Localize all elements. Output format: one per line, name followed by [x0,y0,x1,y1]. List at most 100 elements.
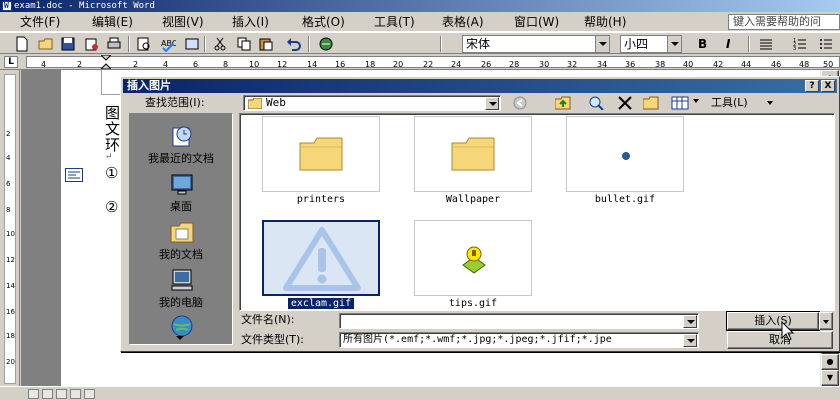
file-list[interactable]: printers Wallpaper bullet.gif exclam.gif… [239,113,835,311]
close-button[interactable]: X [821,80,835,92]
file-item-selected[interactable]: exclam.gif [262,220,380,316]
file-item[interactable]: bullet.gif [566,116,684,212]
font-size-combo[interactable]: 小四 [620,35,682,53]
up-one-level-icon[interactable] [555,96,571,110]
file-name: bullet.gif [594,194,656,205]
menu-help[interactable]: 帮助(H) [582,14,628,30]
print-preview-icon[interactable] [136,36,152,52]
italic-button[interactable]: I [726,36,730,52]
insert-picture-dialog: 插入图片 ? X 查找范围(I): Web 工具(L) 我最近的文档 桌面 我的… [120,76,840,352]
print-icon[interactable] [106,36,122,52]
back-icon[interactable] [513,96,529,110]
normal-view-icon[interactable] [28,389,39,399]
indent-marker-icon[interactable] [101,55,111,69]
place-network[interactable] [130,310,232,358]
file-type-value: 所有图片(*.emf;*.wmf;*.jpg;*.jpeg;*.jfif;*.j… [343,334,612,345]
ruler-tick: 50 [823,60,834,69]
delete-icon[interactable] [617,96,633,110]
menu-insert[interactable]: 插入(I) [230,14,271,30]
vertical-ruler[interactable]: 2 4 6 8 10 12 14 16 18 20 [0,70,20,386]
print-layout-view-icon[interactable] [56,389,67,399]
places-bar: 我最近的文档 桌面 我的文档 我的电脑 [129,113,233,345]
ruler-tick: 14 [307,60,318,69]
folder-icon [451,137,495,171]
svg-text:3: 3 [793,46,796,52]
web-layout-view-icon[interactable] [42,389,53,399]
views-icon[interactable] [671,96,689,110]
undo-icon[interactable] [286,36,302,52]
align-justify-icon[interactable] [758,36,774,52]
help-search-input[interactable]: 键入需要帮助的问 [728,14,840,30]
place-my-documents[interactable]: 我的文档 [130,216,232,264]
permission-icon[interactable] [84,36,100,52]
insert-hyperlink-icon[interactable] [318,36,334,52]
new-document-icon[interactable] [14,36,30,52]
menu-table[interactable]: 表格(A) [440,14,486,30]
ruler-tick: 10 [249,60,260,69]
menu-view[interactable]: 视图(V) [160,14,206,30]
ruler-tick: 2 [77,60,83,69]
place-recent-documents[interactable]: 我最近的文档 [130,120,232,168]
save-icon[interactable] [60,36,76,52]
inline-object-icon[interactable] [65,168,83,182]
chevron-down-icon[interactable] [667,36,681,52]
next-page-button[interactable]: ▼ [821,370,839,386]
numbered-list-icon[interactable]: 123 [792,36,808,52]
chevron-down-icon[interactable] [595,36,609,52]
standard-toolbar: ABC 宋体 小四 B I 123 [0,32,840,54]
new-folder-icon[interactable] [643,96,659,110]
select-browse-object-button[interactable]: ● [821,354,839,370]
file-item[interactable]: Wallpaper [414,116,532,212]
bold-button[interactable]: B [698,36,707,52]
insert-options-button[interactable] [819,312,833,330]
place-desktop[interactable]: 桌面 [130,168,232,216]
chevron-down-icon[interactable] [683,315,697,328]
menu-edit[interactable]: 编辑(E) [90,14,135,30]
tools-menu[interactable]: 工具(L) [711,96,748,110]
file-item[interactable]: tips.gif [414,220,532,316]
menu-tools[interactable]: 工具(T) [372,14,417,30]
search-web-icon[interactable] [589,96,605,110]
cancel-button[interactable]: 取消 [727,331,833,349]
look-in-dropdown[interactable]: Web [243,95,501,111]
file-name: printers [296,194,346,205]
vruler-tick: 6 [6,180,11,188]
research-icon[interactable] [184,36,200,52]
spelling-check-icon[interactable]: ABC [160,36,176,52]
ruler-track[interactable]: 4 2 2 4 6 8 10 12 14 16 18 20 22 24 26 2… [26,55,840,69]
views-dropdown-arrow[interactable] [693,99,699,103]
paste-icon[interactable] [258,36,274,52]
ruler-tick: 6 [193,60,199,69]
vruler-tick: 14 [6,282,15,290]
copy-icon[interactable] [236,36,252,52]
menu-format[interactable]: 格式(O) [300,14,347,30]
toolbar-separator [204,36,206,52]
dialog-title-bar[interactable]: 插入图片 ? X [123,79,837,93]
chevron-down-icon[interactable] [683,334,697,347]
cut-icon[interactable] [212,36,228,52]
place-my-computer[interactable]: 我的电脑 [130,264,232,312]
menu-file[interactable]: 文件(F) [18,14,62,30]
insert-button[interactable]: 插入(S) [726,311,820,331]
ruler-tick: 38 [655,60,666,69]
places-scroll-down[interactable] [176,336,184,340]
margin-marker [101,94,121,95]
outline-view-icon[interactable] [84,389,95,399]
file-item[interactable]: printers [262,116,380,212]
place-label: 我的文档 [159,248,203,261]
file-thumbnail [262,220,380,296]
open-folder-icon[interactable] [38,36,54,52]
svg-text:ABC: ABC [161,39,176,48]
tab-stop-selector[interactable]: L [4,56,18,68]
reading-layout-view-icon[interactable] [70,389,81,399]
menu-window[interactable]: 窗口(W) [512,14,561,30]
file-type-dropdown[interactable]: 所有图片(*.emf;*.wmf;*.jpg;*.jpeg;*.jfif;*.j… [339,332,699,348]
horizontal-ruler[interactable]: L 4 2 2 4 6 8 10 12 14 16 18 20 22 24 26… [0,54,840,70]
window-title-bar: exam1.doc - Microsoft Word [0,0,840,12]
chevron-down-icon[interactable] [485,97,499,110]
font-name-combo[interactable]: 宋体 [462,35,610,53]
tools-dropdown-arrow[interactable] [767,101,773,105]
bullet-list-icon[interactable] [818,36,834,52]
help-button[interactable]: ? [805,80,819,92]
file-name-input[interactable] [339,313,699,329]
